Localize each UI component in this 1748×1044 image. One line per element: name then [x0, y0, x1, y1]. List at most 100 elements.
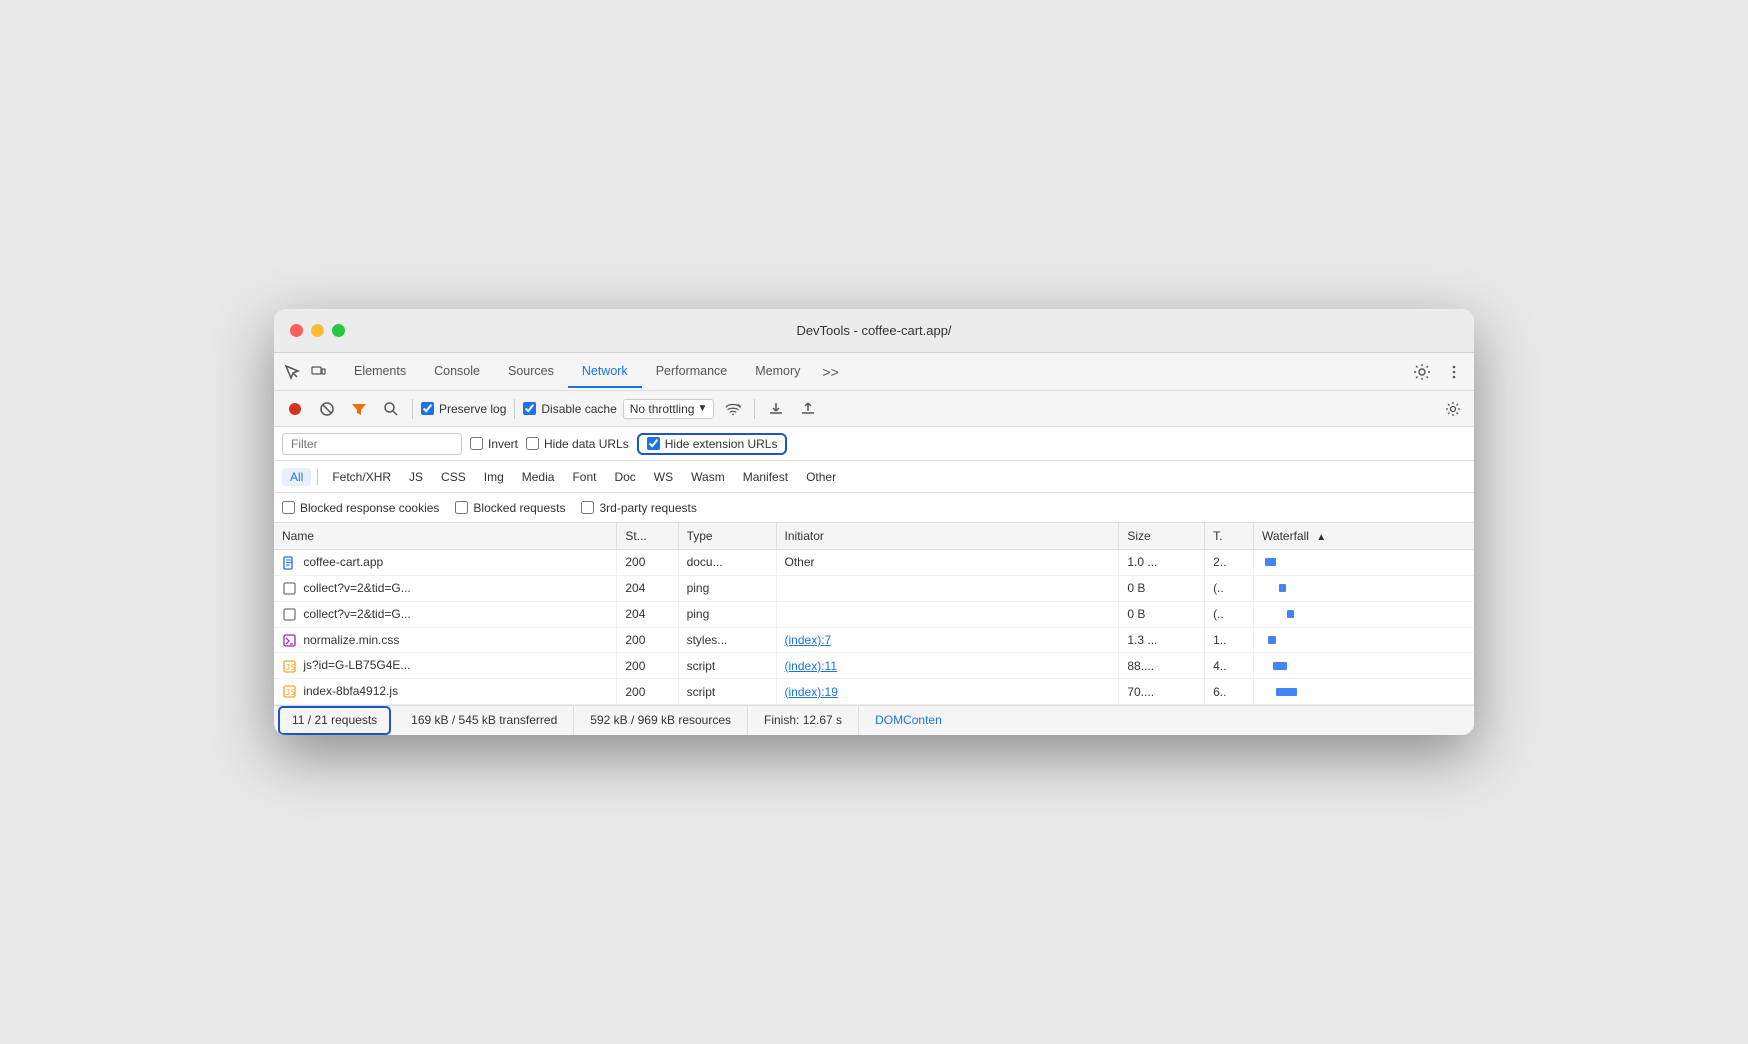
preserve-log-checkbox[interactable] [421, 402, 434, 415]
cell-time: (.. [1205, 601, 1254, 627]
cell-initiator: (index):19 [776, 679, 1119, 705]
type-btn-js[interactable]: JS [401, 468, 431, 486]
disable-cache-group: Disable cache [523, 402, 616, 416]
tab-memory[interactable]: Memory [741, 356, 814, 388]
tab-sources[interactable]: Sources [494, 356, 568, 388]
table-row[interactable]: collect?v=2&tid=G... 204 ping 0 B (.. [274, 575, 1474, 601]
devtools-body: Elements Console Sources Network Perform… [274, 353, 1474, 735]
more-options-icon[interactable] [1442, 360, 1466, 384]
tab-performance[interactable]: Performance [642, 356, 742, 388]
cell-status: 200 [617, 627, 678, 653]
cell-status: 204 [617, 575, 678, 601]
tab-elements[interactable]: Elements [340, 356, 420, 388]
type-btn-manifest[interactable]: Manifest [735, 468, 796, 486]
online-icon[interactable] [720, 396, 746, 422]
third-party-checkbox[interactable] [581, 501, 594, 514]
table-row[interactable]: coffee-cart.app 200 docu... Other 1.0 ..… [274, 550, 1474, 576]
initiator-link[interactable]: (index):7 [785, 633, 832, 647]
col-header-name[interactable]: Name [274, 523, 617, 550]
record-button[interactable] [282, 396, 308, 422]
import-har-button[interactable] [763, 396, 789, 422]
table-row[interactable]: JS js?id=G-LB75G4E... 200 script (index)… [274, 653, 1474, 679]
filter-button[interactable] [346, 396, 372, 422]
type-btn-doc[interactable]: Doc [606, 468, 643, 486]
titlebar: DevTools - coffee-cart.app/ [274, 309, 1474, 353]
waterfall-container [1262, 634, 1466, 646]
table-header-row: Name St... Type Initiator [274, 523, 1474, 550]
throttle-select[interactable]: No throttling ▼ [623, 399, 715, 419]
invert-checkbox[interactable] [470, 437, 483, 450]
more-tabs-button[interactable]: >> [814, 360, 846, 384]
finish-time: Finish: 12.67 s [748, 706, 859, 735]
maximize-button[interactable] [332, 324, 345, 337]
type-divider [317, 469, 318, 485]
transferred-size: 169 kB / 545 kB transferred [395, 706, 574, 735]
inspect-icon[interactable] [282, 362, 302, 382]
type-btn-wasm[interactable]: Wasm [683, 468, 733, 486]
waterfall-bar [1268, 636, 1276, 644]
clear-button[interactable] [314, 396, 340, 422]
close-button[interactable] [290, 324, 303, 337]
col-header-waterfall[interactable]: Waterfall ▲ [1254, 523, 1474, 550]
type-btn-ws[interactable]: WS [646, 468, 681, 486]
cell-status: 200 [617, 653, 678, 679]
col-header-time[interactable]: T. [1205, 523, 1254, 550]
third-party-group: 3rd-party requests [581, 501, 696, 515]
tab-icons [282, 362, 328, 382]
cell-initiator: Other [776, 550, 1119, 576]
table-row[interactable]: collect?v=2&tid=G... 204 ping 0 B (.. [274, 601, 1474, 627]
type-btn-other[interactable]: Other [798, 468, 844, 486]
type-btn-font[interactable]: Font [564, 468, 604, 486]
invert-group: Invert [470, 437, 518, 451]
table-row[interactable]: JS index-8bfa4912.js 200 script (index):… [274, 679, 1474, 705]
minimize-button[interactable] [311, 324, 324, 337]
search-button[interactable] [378, 396, 404, 422]
hide-extension-urls-checkbox[interactable] [647, 437, 660, 450]
initiator-link[interactable]: (index):11 [785, 659, 837, 673]
settings-gear-icon[interactable] [1410, 360, 1434, 384]
table-scroll[interactable]: Name St... Type Initiator [274, 523, 1474, 705]
cell-waterfall [1254, 653, 1474, 679]
device-icon[interactable] [308, 362, 328, 382]
toolbar-divider-1 [412, 399, 413, 419]
col-header-type[interactable]: Type [678, 523, 776, 550]
cell-time: (.. [1205, 575, 1254, 601]
svg-text:JS: JS [285, 663, 295, 672]
preserve-log-group: Preserve log [421, 402, 506, 416]
row-icon [282, 608, 296, 622]
devtools-window: DevTools - coffee-cart.app/ Ele [274, 309, 1474, 735]
type-btn-fetch-xhr[interactable]: Fetch/XHR [324, 468, 399, 486]
row-icon: JS [282, 685, 296, 699]
cell-type: docu... [678, 550, 776, 576]
network-settings-button[interactable] [1440, 396, 1466, 422]
tab-console[interactable]: Console [420, 356, 494, 388]
type-btn-img[interactable]: Img [476, 468, 512, 486]
waterfall-bar [1276, 688, 1297, 696]
type-btn-css[interactable]: CSS [433, 468, 474, 486]
third-party-label: 3rd-party requests [599, 501, 696, 515]
network-table: Name St... Type Initiator [274, 523, 1474, 705]
tab-network[interactable]: Network [568, 356, 642, 388]
blocked-requests-checkbox[interactable] [455, 501, 468, 514]
col-header-initiator[interactable]: Initiator [776, 523, 1119, 550]
type-btn-media[interactable]: Media [514, 468, 563, 486]
cell-name: JS index-8bfa4912.js [274, 679, 617, 705]
type-btn-all[interactable]: All [282, 468, 311, 486]
blocked-cookies-checkbox[interactable] [282, 501, 295, 514]
disable-cache-checkbox[interactable] [523, 402, 536, 415]
sort-arrow-icon: ▲ [1316, 532, 1326, 543]
col-header-size[interactable]: Size [1119, 523, 1205, 550]
status-bar: 11 / 21 requests 169 kB / 545 kB transfe… [274, 705, 1474, 735]
cell-size: 70.... [1119, 679, 1205, 705]
filter-input[interactable] [282, 433, 462, 455]
export-har-button[interactable] [795, 396, 821, 422]
cell-type: ping [678, 575, 776, 601]
blocked-requests-group: Blocked requests [455, 501, 565, 515]
col-header-status[interactable]: St... [617, 523, 678, 550]
table-row[interactable]: normalize.min.css 200 styles... (index):… [274, 627, 1474, 653]
cell-name: coffee-cart.app [274, 550, 617, 576]
initiator-link[interactable]: (index):19 [785, 685, 838, 699]
cell-time: 6.. [1205, 679, 1254, 705]
cell-time: 4.. [1205, 653, 1254, 679]
hide-data-urls-checkbox[interactable] [526, 437, 539, 450]
